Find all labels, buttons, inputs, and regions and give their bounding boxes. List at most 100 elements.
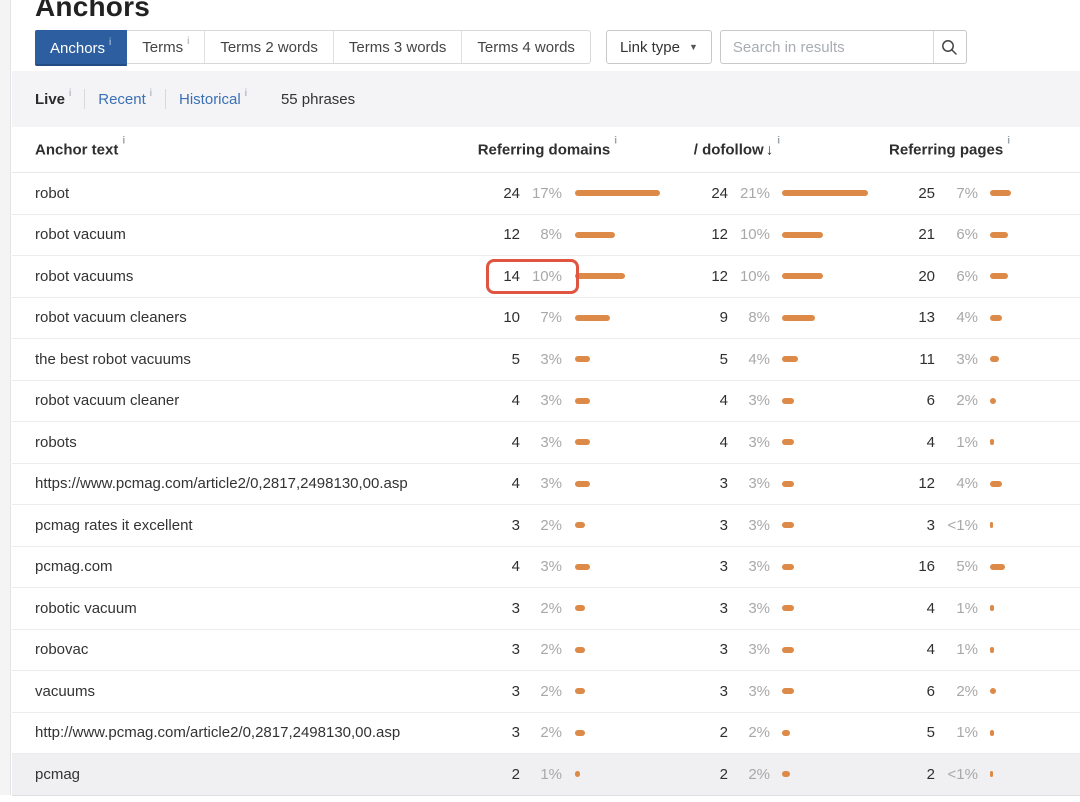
referring-pages-percent: 7%: [935, 185, 978, 202]
anchor-text: http://www.pcmag.com/article2/0,2817,249…: [12, 724, 460, 741]
mode-historical[interactable]: Historicali: [179, 91, 247, 108]
referring-domains-count: 3: [460, 683, 520, 700]
referring-pages-percent: 1%: [935, 434, 978, 451]
column-header-dofollow[interactable]: / dofollow↓i: [694, 141, 780, 158]
referring-domains-count: 3: [460, 600, 520, 617]
column-header-referring-pages[interactable]: Referring pagesi: [889, 141, 1010, 158]
referring-pages-count: 4: [887, 434, 935, 451]
referring-domains-percent: 3%: [520, 392, 562, 409]
table-row[interactable]: the best robot vacuums53%54%113%: [12, 339, 1080, 381]
referring-domains-bar: [575, 647, 585, 653]
referring-domains-percent: 17%: [520, 185, 562, 202]
dofollow-percent: 21%: [728, 185, 770, 202]
search-input[interactable]: [721, 31, 933, 63]
dofollow-count: 3: [680, 475, 728, 492]
dofollow-count: 4: [680, 392, 728, 409]
column-header-anchor-text[interactable]: Anchor texti: [35, 141, 125, 158]
referring-pages-bar: [990, 688, 996, 694]
anchor-text: pcmag rates it excellent: [12, 517, 460, 534]
table-row[interactable]: robot vacuum cleaner43%43%62%: [12, 381, 1080, 423]
table-row[interactable]: pcmag21%22%2<1%: [12, 754, 1080, 796]
referring-domains-bar: [575, 190, 660, 196]
table-row[interactable]: robot vacuum cleaners107%98%134%: [12, 298, 1080, 340]
referring-pages-percent: 6%: [935, 268, 978, 285]
link-type-dropdown[interactable]: Link type ▼: [606, 30, 712, 64]
table-row[interactable]: pcmag rates it excellent32%33%3<1%: [12, 505, 1080, 547]
table-row[interactable]: robotic vacuum32%33%41%: [12, 588, 1080, 630]
referring-pages-bar-cell: [978, 273, 1080, 279]
table-row[interactable]: https://www.pcmag.com/article2/0,2817,24…: [12, 464, 1080, 506]
referring-pages-count: 11: [887, 351, 935, 368]
table-row[interactable]: robots43%43%41%: [12, 422, 1080, 464]
search-icon: [941, 39, 958, 56]
tab-terms-3-words[interactable]: Terms 3 words: [334, 31, 463, 63]
referring-pages-bar-cell: [978, 647, 1080, 653]
mode-recent[interactable]: Recenti: [98, 91, 152, 108]
referring-domains-bar-cell: [562, 273, 680, 279]
dofollow-percent: 3%: [728, 683, 770, 700]
dofollow-percent: 3%: [728, 392, 770, 409]
referring-domains-count: 24: [460, 185, 520, 202]
dofollow-bar: [782, 730, 790, 736]
referring-pages-percent: 2%: [935, 683, 978, 700]
dofollow-bar-cell: [770, 232, 887, 238]
referring-domains-bar-cell: [562, 771, 680, 777]
referring-pages-percent: <1%: [935, 517, 978, 534]
referring-domains-bar-cell: [562, 190, 680, 196]
referring-domains-count: 3: [460, 724, 520, 741]
referring-domains-count: 4: [460, 392, 520, 409]
referring-domains-percent: 2%: [520, 641, 562, 658]
referring-domains-bar: [575, 356, 590, 362]
tab-label: Anchors: [50, 40, 105, 57]
table-row[interactable]: robot vacuum128%1210%216%: [12, 215, 1080, 257]
referring-pages-count: 20: [887, 268, 935, 285]
left-gutter: [0, 0, 11, 795]
referring-domains-count: 3: [460, 517, 520, 534]
referring-pages-bar-cell: [978, 771, 1080, 777]
dofollow-bar: [782, 522, 794, 528]
dofollow-bar: [782, 688, 794, 694]
referring-pages-percent: 1%: [935, 600, 978, 617]
dofollow-count: 9: [680, 309, 728, 326]
column-header-referring-domains[interactable]: Referring domainsi: [478, 141, 617, 158]
referring-domains-percent: 10%: [520, 268, 562, 285]
mode-label: Live: [35, 91, 65, 108]
tab-terms[interactable]: Termsi: [127, 31, 205, 63]
dofollow-percent: 3%: [728, 641, 770, 658]
dofollow-percent: 3%: [728, 600, 770, 617]
dofollow-percent: 3%: [728, 475, 770, 492]
referring-domains-count: 4: [460, 475, 520, 492]
referring-domains-count: 10: [460, 309, 520, 326]
table-row[interactable]: vacuums32%33%62%: [12, 671, 1080, 713]
anchor-text: robot: [12, 185, 460, 202]
dofollow-bar-cell: [770, 771, 887, 777]
referring-pages-percent: 5%: [935, 558, 978, 575]
column-label: / dofollow: [694, 141, 764, 158]
table-row[interactable]: robot vacuums1410%1210%206%: [12, 256, 1080, 298]
mode-live[interactable]: Livei: [35, 91, 71, 108]
table-row[interactable]: robot2417%2421%257%: [12, 173, 1080, 215]
referring-domains-bar-cell: [562, 647, 680, 653]
search-button[interactable]: [933, 31, 966, 63]
tab-terms-2-words[interactable]: Terms 2 words: [205, 31, 334, 63]
phrase-count: 55 phrases: [281, 91, 355, 108]
tab-anchors[interactable]: Anchorsi: [35, 30, 127, 66]
dofollow-count: 3: [680, 600, 728, 617]
table-row[interactable]: http://www.pcmag.com/article2/0,2817,249…: [12, 713, 1080, 755]
dofollow-bar: [782, 771, 790, 777]
info-icon: i: [1007, 135, 1010, 146]
column-label: Anchor text: [35, 141, 118, 158]
table-row[interactable]: robovac32%33%41%: [12, 630, 1080, 672]
referring-pages-bar-cell: [978, 481, 1080, 487]
referring-pages-bar: [990, 730, 994, 736]
referring-domains-count: 12: [460, 226, 520, 243]
referring-pages-percent: 6%: [935, 226, 978, 243]
referring-domains-percent: 2%: [520, 600, 562, 617]
referring-pages-bar-cell: [978, 688, 1080, 694]
report-tabs: Anchorsi Termsi Terms 2 words Terms 3 wo…: [35, 30, 591, 64]
referring-domains-percent: 3%: [520, 475, 562, 492]
table-row[interactable]: pcmag.com43%33%165%: [12, 547, 1080, 589]
referring-pages-bar: [990, 439, 994, 445]
tab-terms-4-words[interactable]: Terms 4 words: [462, 31, 590, 63]
dofollow-bar: [782, 356, 798, 362]
